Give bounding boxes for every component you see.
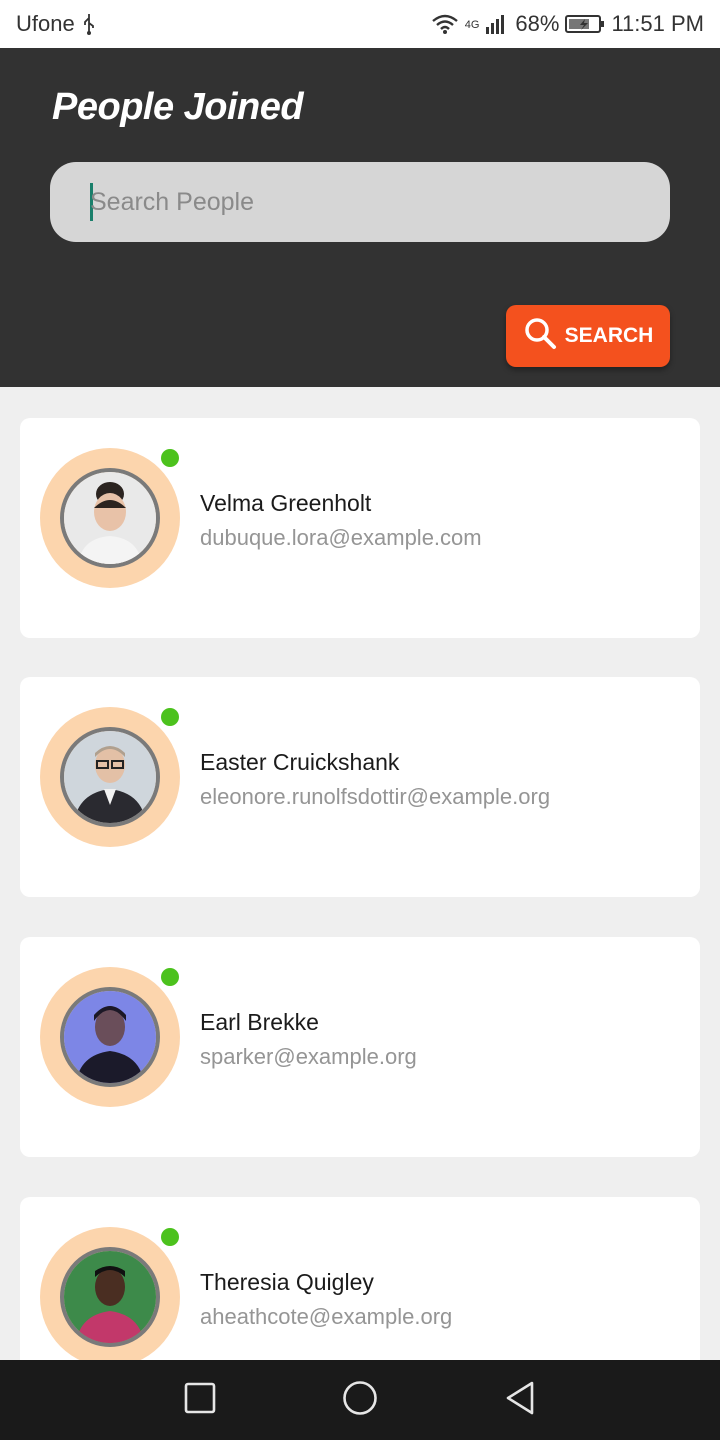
avatar-ring <box>40 448 180 588</box>
avatar-ring <box>40 1227 180 1367</box>
signal-icon <box>485 13 509 35</box>
person-email: dubuque.lora@example.com <box>200 525 482 550</box>
recent-apps-button[interactable] <box>175 1375 225 1425</box>
person-name: Theresia Quigley <box>200 1269 374 1295</box>
home-button[interactable] <box>335 1375 385 1425</box>
navigation-bar <box>0 1360 720 1440</box>
search-button-label: SEARCH <box>564 324 654 347</box>
search-box[interactable] <box>50 162 670 242</box>
clock: 11:51 PM <box>611 11 704 36</box>
back-button[interactable] <box>495 1375 545 1425</box>
person-email: sparker@example.org <box>200 1044 417 1069</box>
battery-charging-icon <box>565 13 605 35</box>
online-indicator <box>161 1228 179 1246</box>
usb-icon <box>81 13 97 35</box>
person-name: Velma Greenholt <box>200 490 372 516</box>
search-icon <box>523 316 557 356</box>
avatar-ring <box>40 707 180 847</box>
person-name: Earl Brekke <box>200 1009 319 1035</box>
avatar <box>60 1247 160 1347</box>
home-icon <box>342 1380 378 1421</box>
person-email: eleonore.runolfsdottir@example.org <box>200 784 551 809</box>
carrier-label: Ufone <box>16 11 75 36</box>
person-name: Easter Cruickshank <box>200 749 400 775</box>
header: People Joined SEARCH <box>0 48 720 387</box>
person-card[interactable]: Easter Cruickshank eleonore.runolfsdotti… <box>20 677 700 897</box>
status-bar: Ufone 4G 68% 11:51 PM <box>0 0 720 48</box>
online-indicator <box>161 968 179 986</box>
wifi-icon <box>431 13 459 35</box>
online-indicator <box>161 708 179 726</box>
online-indicator <box>161 449 179 467</box>
avatar <box>60 468 160 568</box>
search-input[interactable] <box>90 187 610 217</box>
person-card[interactable]: Velma Greenholt dubuque.lora@example.com <box>20 418 700 638</box>
search-button[interactable]: SEARCH <box>506 305 670 367</box>
person-email: aheathcote@example.org <box>200 1304 453 1329</box>
back-icon <box>504 1380 536 1421</box>
avatar-ring <box>40 967 180 1107</box>
avatar <box>60 727 160 827</box>
recent-apps-icon <box>184 1382 216 1419</box>
page-title: People Joined <box>52 86 304 128</box>
avatar <box>60 987 160 1087</box>
person-card[interactable]: Earl Brekke sparker@example.org <box>20 937 700 1157</box>
battery-percent: 68% <box>515 11 560 36</box>
network-label: 4G <box>464 19 480 31</box>
